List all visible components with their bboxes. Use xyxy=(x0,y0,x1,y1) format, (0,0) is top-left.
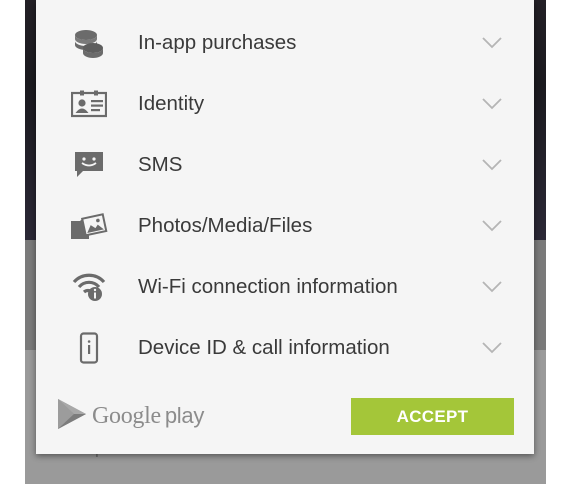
screen: Description In-app purchases xyxy=(0,0,568,484)
chevron-down-icon[interactable] xyxy=(480,36,504,50)
identity-card-icon xyxy=(70,87,108,121)
dialog-footer: Google play ACCEPT xyxy=(36,388,534,448)
phone-info-icon xyxy=(70,331,108,365)
permission-label: SMS xyxy=(138,152,183,176)
permission-row-wifi-info[interactable]: Wi-Fi connection information xyxy=(36,256,534,317)
permission-list: In-app purchases Identity SMS Photos/Med… xyxy=(36,12,534,378)
sms-bubble-icon xyxy=(70,148,108,182)
permission-label: Device ID & call information xyxy=(138,335,390,359)
permission-label: Identity xyxy=(138,91,205,115)
chevron-down-icon[interactable] xyxy=(480,219,504,233)
play-triangle-icon xyxy=(56,397,88,436)
permission-row-identity[interactable]: Identity xyxy=(36,73,534,134)
photos-media-icon xyxy=(70,209,108,243)
wifi-info-icon xyxy=(70,270,108,304)
permission-label: In-app purchases xyxy=(138,30,297,54)
permission-label: Wi-Fi connection information xyxy=(138,274,398,298)
logo-word: Google xyxy=(92,402,161,429)
chevron-down-icon[interactable] xyxy=(480,97,504,111)
accept-button[interactable]: ACCEPT xyxy=(351,398,514,435)
chevron-down-icon[interactable] xyxy=(480,280,504,294)
chevron-down-icon[interactable] xyxy=(480,341,504,355)
permission-label: Photos/Media/Files xyxy=(138,213,313,237)
permission-row-photos-media-files[interactable]: Photos/Media/Files xyxy=(36,195,534,256)
permission-row-sms[interactable]: SMS xyxy=(36,134,534,195)
chevron-down-icon[interactable] xyxy=(480,158,504,172)
logo-suffix: play xyxy=(164,402,205,428)
permission-row-device-id[interactable]: Device ID & call information xyxy=(36,317,534,378)
google-play-wordmark: Google play xyxy=(92,403,204,430)
google-play-logo: Google play xyxy=(56,398,204,434)
permission-row-in-app-purchases[interactable]: In-app purchases xyxy=(36,12,534,73)
permissions-dialog: In-app purchases Identity SMS Photos/Med… xyxy=(36,0,534,454)
coins-stack-icon xyxy=(70,26,108,60)
